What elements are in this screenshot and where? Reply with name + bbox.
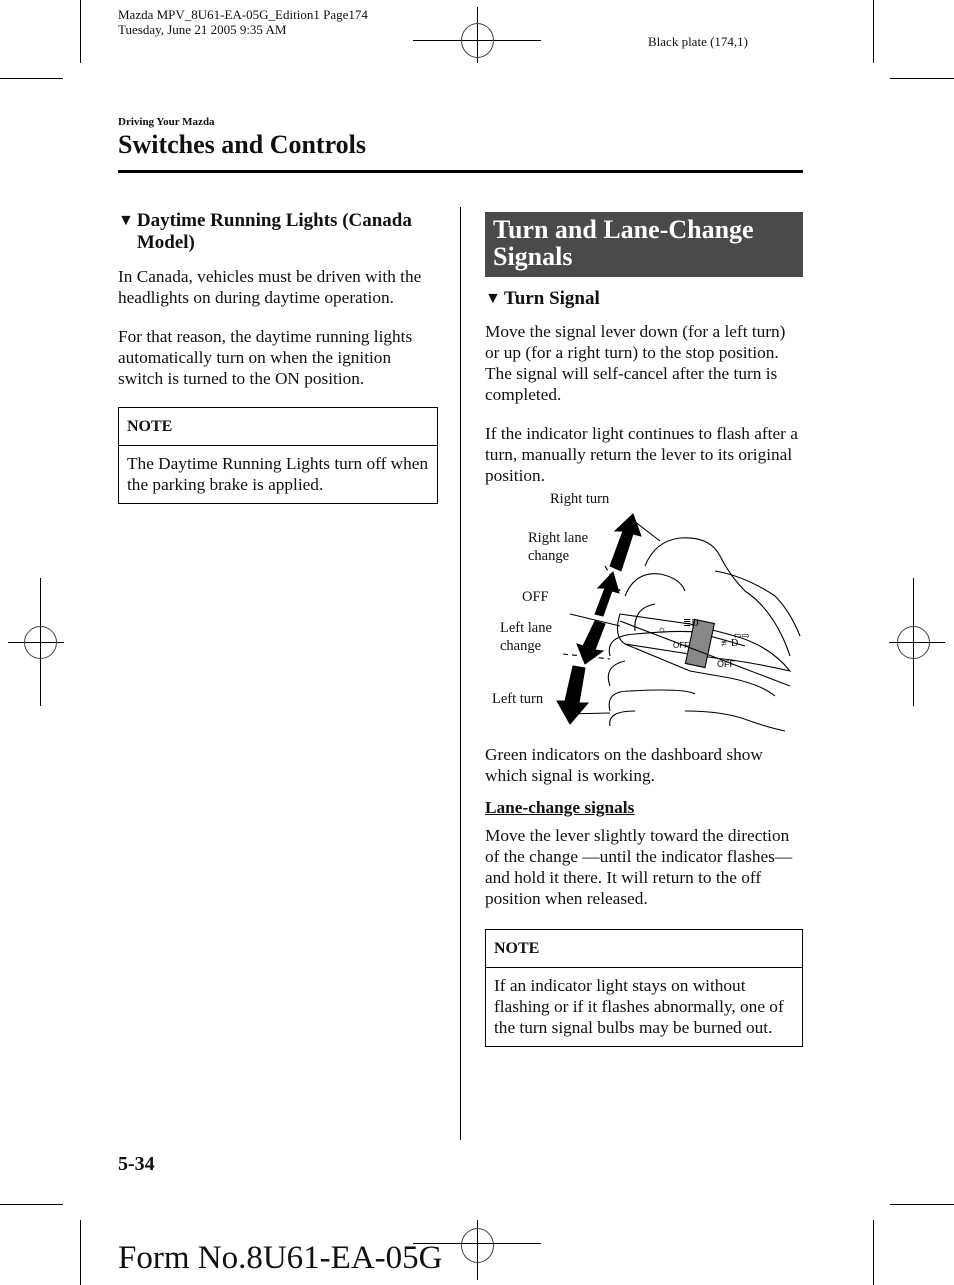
parking-light-icon: ☼	[657, 624, 667, 636]
print-job-info: Mazda MPV_8U61-EA-05G_Edition1 Page174 T…	[118, 7, 368, 37]
paragraph: Green indicators on the dashboard show w…	[485, 745, 763, 785]
paragraph: In Canada, vehicles must be driven with …	[118, 267, 422, 307]
column-outline	[684, 710, 786, 732]
form-number: Form No.8U61-EA-05G	[118, 1240, 443, 1276]
note-body: The Daytime Running Lights turn off when…	[127, 454, 429, 494]
page-number: 5-34	[118, 1153, 155, 1175]
arrow-up-right-turn	[609, 513, 642, 572]
note-body: If an indicator light stays on without f…	[494, 976, 784, 1037]
heading-text: Turn Signal	[503, 288, 600, 309]
column-divider	[460, 207, 461, 1139]
right-column: Turn and Lane-Change Signals ▼ Turn Sign…	[485, 212, 803, 1047]
crop-mark	[80, 0, 81, 63]
note-title: NOTE	[486, 930, 802, 968]
crop-mark	[890, 78, 954, 79]
lever-off-marking-outer: OFF	[717, 659, 735, 669]
paragraph: Move the signal lever down (for a left t…	[485, 322, 786, 404]
section-banner: Turn and Lane-Change Signals	[485, 212, 803, 277]
label-right-turn: Right turn	[550, 491, 610, 507]
section-heading: ▼ Turn Signal	[485, 288, 803, 310]
paragraph: If the indicator light continues to flas…	[485, 424, 798, 485]
finger-outline	[608, 689, 696, 712]
lever-off-marking-inner: OFF	[673, 641, 689, 650]
crop-mark	[80, 1220, 81, 1285]
crop-mark	[0, 78, 63, 79]
crop-mark	[873, 1220, 874, 1285]
headlight-icon: ≣D	[683, 618, 699, 629]
note-title: NOTE	[119, 408, 437, 446]
finger-outline	[607, 660, 626, 687]
turn-arrows-icon: ⇦⇨	[733, 631, 750, 642]
crop-mark	[0, 1204, 63, 1205]
plate-label: Black plate (174,1)	[648, 34, 748, 49]
finger-outline	[609, 710, 636, 727]
crop-mark	[890, 1204, 954, 1205]
note-box: NOTE If an indicator light stays on with…	[485, 929, 803, 1047]
registration-target	[24, 626, 57, 659]
paragraph: Move the lever slightly toward the direc…	[485, 826, 793, 908]
label-left-turn: Left turn	[492, 691, 544, 707]
paragraph: For that reason, the daytime running lig…	[118, 327, 413, 388]
label-line: change	[528, 548, 570, 564]
column-outline	[714, 570, 801, 637]
arrow-down-left-turn	[556, 665, 590, 725]
left-column: ▼ Daytime Running Lights (Canada Model) …	[118, 210, 438, 504]
triangle-down-icon: ▼	[485, 290, 501, 307]
registration-target	[461, 1228, 494, 1263]
title-rule	[118, 170, 803, 173]
breadcrumb: Driving Your Mazda	[118, 116, 215, 128]
label-off: OFF	[522, 589, 549, 605]
hand-outline	[624, 573, 686, 597]
registration-target	[461, 23, 494, 58]
turn-signal-lever-figure: OFF OFF ≣D ≢D ⇦⇨ ☼ Right turn Right lane…	[485, 491, 803, 736]
label-line: Left lane	[500, 620, 552, 636]
arrow-up-lane-change	[594, 571, 620, 617]
section-heading: ▼ Daytime Running Lights (Canada Model)	[118, 210, 438, 254]
subsection-heading: Lane-change signals	[485, 798, 635, 817]
print-job-timestamp: Tuesday, June 21 2005 9:35 AM	[118, 22, 287, 37]
label-line: Right lane	[528, 530, 589, 546]
crop-mark	[873, 0, 874, 63]
registration-target	[897, 626, 930, 659]
print-job-title: Mazda MPV_8U61-EA-05G_Edition1 Page174	[118, 7, 368, 22]
heading-text: Daytime Running Lights (Canada Model)	[136, 210, 412, 253]
triangle-down-icon: ▼	[118, 212, 134, 229]
label-right-lane-change: Right lane change	[528, 529, 588, 565]
label-left-lane-change: Left lane change	[500, 619, 552, 655]
page-title: Switches and Controls	[118, 130, 367, 159]
label-line: change	[500, 638, 542, 654]
note-box: NOTE The Daytime Running Lights turn off…	[118, 407, 438, 504]
